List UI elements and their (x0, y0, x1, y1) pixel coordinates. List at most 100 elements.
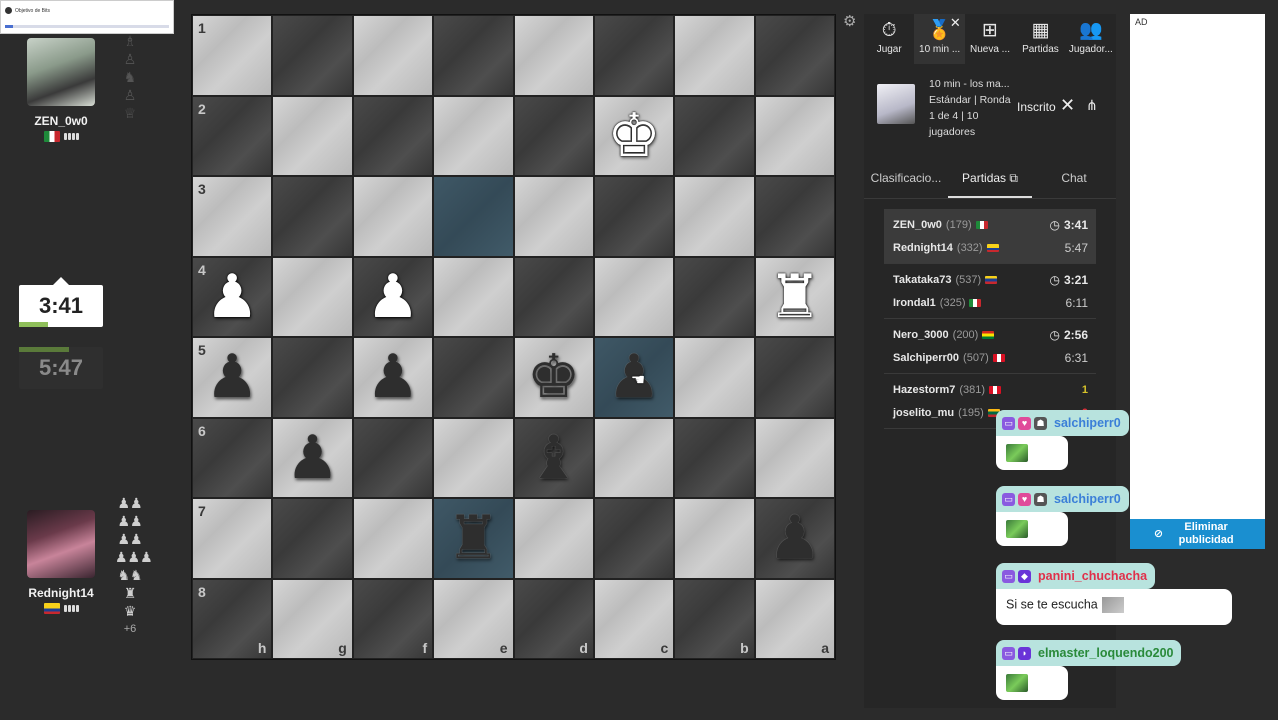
board-square[interactable]: 7 (192, 498, 273, 579)
board-square[interactable]: 3 (192, 176, 273, 257)
game-row[interactable]: ZEN_0w0 (179) ◷ 3:41 Rednight14 (332) 5:47 (884, 209, 1096, 264)
board-square[interactable]: ♝ (513, 417, 594, 498)
board-square[interactable] (674, 417, 755, 498)
board-square[interactable]: ♜ (433, 498, 514, 579)
board-square[interactable] (674, 95, 755, 176)
board-square[interactable] (272, 15, 353, 96)
board-square[interactable]: a (754, 578, 835, 659)
board-square[interactable] (433, 176, 514, 257)
board-square[interactable] (352, 176, 434, 257)
black-rook-icon[interactable]: ♜ (446, 508, 500, 568)
black-pawn-icon[interactable]: ♟ (286, 428, 340, 488)
board-square[interactable]: c (593, 578, 675, 659)
board-square[interactable] (674, 15, 755, 96)
board-square[interactable] (433, 417, 514, 498)
board-square[interactable] (433, 337, 514, 418)
board-square[interactable] (352, 498, 434, 579)
board-square[interactable] (674, 498, 755, 579)
board-square[interactable] (272, 95, 353, 176)
chat-username[interactable]: salchiperr0 (1054, 492, 1121, 506)
board-square[interactable]: ♜ (754, 256, 835, 337)
nav-tab[interactable]: ⏱ Jugar (864, 14, 914, 64)
board-square[interactable]: ♟ (272, 417, 353, 498)
white-king-icon[interactable]: ♚ (607, 106, 661, 166)
tab-standings[interactable]: Clasificacio... (864, 159, 948, 198)
chess-board[interactable]: 1 2 ♚ 3 4 ♟ ♟ ♜ 5 ♟ ♟ ♚ ♟ ☚ 6 ♟ ♝ 7 ♜ ♟ 8 h g f e d c b a (191, 14, 836, 660)
board-square[interactable] (513, 15, 594, 96)
board-square[interactable] (513, 256, 594, 337)
board-square[interactable] (593, 498, 675, 579)
board-square[interactable] (272, 498, 353, 579)
board-square[interactable]: ♟ (352, 337, 434, 418)
board-square[interactable] (352, 417, 434, 498)
black-pawn-icon[interactable]: ♟ (366, 347, 420, 407)
board-square[interactable] (674, 176, 755, 257)
board-square[interactable] (272, 176, 353, 257)
chat-username[interactable]: panini_chuchacha (1038, 569, 1147, 583)
board-square[interactable] (754, 176, 835, 257)
black-pawn-icon[interactable]: ♟ (205, 347, 259, 407)
board-square[interactable] (593, 176, 675, 257)
player-name[interactable]: ZEN_0w0 (11, 114, 111, 128)
board-square[interactable] (513, 176, 594, 257)
board-square[interactable] (352, 15, 434, 96)
board-square[interactable] (593, 256, 675, 337)
board-square[interactable] (272, 337, 353, 418)
chat-username[interactable]: salchiperr0 (1054, 416, 1121, 430)
board-square[interactable] (593, 15, 675, 96)
black-bishop-icon[interactable]: ♝ (527, 428, 581, 488)
tab-games[interactable]: Partidas ⧉ (948, 159, 1032, 198)
external-link-icon[interactable]: ⧉ (1009, 171, 1018, 185)
nav-tab[interactable]: ⊞ Nueva ... (965, 14, 1015, 64)
black-pawn-icon[interactable]: ♟ (768, 508, 822, 568)
board-square[interactable] (674, 337, 755, 418)
game-row[interactable]: Nero_3000 (200) ◷ 2:56 Salchiperr00 (507) 6:31 (884, 319, 1096, 374)
board-square[interactable]: e (433, 578, 514, 659)
chat-username[interactable]: elmaster_loquendo200 (1038, 646, 1173, 660)
board-square[interactable]: g (272, 578, 353, 659)
white-pawn-icon[interactable]: ♟ (366, 267, 420, 327)
board-square[interactable] (593, 417, 675, 498)
board-square[interactable]: 6 (192, 417, 273, 498)
board-square[interactable]: 4 ♟ (192, 256, 273, 337)
board-square[interactable]: 5 ♟ (192, 337, 273, 418)
board-square[interactable] (754, 15, 835, 96)
tournament-title[interactable]: 10 min - los ma... (929, 76, 1021, 92)
game-row[interactable]: Takataka73 (537) ◷ 3:21 Irondal1 (325) 6:11 (884, 264, 1096, 319)
board-square[interactable] (513, 498, 594, 579)
board-square[interactable] (433, 256, 514, 337)
board-square[interactable]: b (674, 578, 755, 659)
black-king-icon[interactable]: ♚ (527, 347, 581, 407)
board-square[interactable] (433, 95, 514, 176)
board-square[interactable]: ♚ (593, 95, 675, 176)
board-square[interactable] (433, 15, 514, 96)
avatar[interactable] (27, 510, 95, 578)
board-square[interactable] (754, 95, 835, 176)
board-square[interactable]: 8h (192, 578, 273, 659)
nav-tab[interactable]: 👥 Jugador... (1066, 14, 1116, 64)
nav-tab[interactable]: ▦ Partidas (1015, 14, 1065, 64)
board-square[interactable]: ♟ (352, 256, 434, 337)
white-rook-icon[interactable]: ♜ (768, 267, 822, 327)
nav-tab[interactable]: 🏅 10 min ... ✕ (914, 14, 965, 64)
board-square[interactable] (272, 256, 353, 337)
board-square[interactable] (754, 417, 835, 498)
board-square[interactable]: ♟ ☚ (593, 337, 675, 418)
tab-chat[interactable]: Chat (1032, 159, 1116, 198)
close-icon[interactable]: ✕ (950, 15, 961, 31)
board-square[interactable]: 2 (192, 95, 273, 176)
player-name[interactable]: Rednight14 (11, 586, 111, 600)
board-square[interactable] (352, 95, 434, 176)
board-square[interactable] (754, 337, 835, 418)
share-icon[interactable]: ⋔ (1086, 97, 1098, 114)
board-square[interactable]: ♟ (754, 498, 835, 579)
board-square[interactable]: d (513, 578, 594, 659)
board-square[interactable]: 1 (192, 15, 273, 96)
board-square[interactable]: f (352, 578, 434, 659)
board-square[interactable] (674, 256, 755, 337)
board-square[interactable] (513, 95, 594, 176)
avatar[interactable] (27, 38, 95, 106)
gear-icon[interactable]: ⚙ (843, 14, 859, 30)
close-icon[interactable]: ✕ (1060, 95, 1075, 116)
board-square[interactable]: ♚ (513, 337, 594, 418)
